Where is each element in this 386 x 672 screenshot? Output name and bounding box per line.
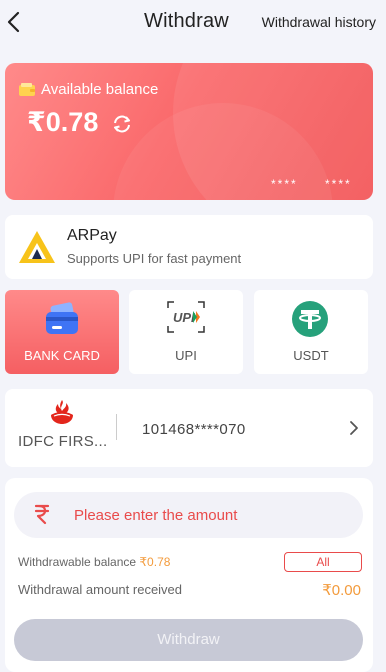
all-button[interactable]: All <box>284 552 362 572</box>
withdrawal-history-link[interactable]: Withdrawal history <box>262 14 376 30</box>
method-bank-card[interactable]: BANK CARD <box>5 290 119 374</box>
upi-logo-icon: UPI <box>167 301 205 333</box>
svg-text:UPI: UPI <box>173 310 195 325</box>
bank-flame-icon <box>51 400 73 424</box>
masked-card-digits: **** <box>271 177 298 191</box>
header: Withdraw Withdrawal history <box>0 0 386 46</box>
bank-account-selector[interactable]: IDFC FIRS... 101468****070 <box>5 389 373 467</box>
received-value: ₹0.00 <box>322 582 361 599</box>
chevron-right-icon <box>350 421 358 435</box>
chevron-left-icon <box>7 11 20 33</box>
provider-name: ARPay <box>67 227 117 244</box>
amount-input-container[interactable] <box>14 492 363 538</box>
withdraw-button[interactable]: Withdraw <box>14 619 363 661</box>
provider-subtitle: Supports UPI for fast payment <box>67 251 242 266</box>
arpay-logo-icon <box>19 231 55 263</box>
balance-amount: ₹0.78 <box>27 107 99 137</box>
bank-name: IDFC FIRS... <box>18 433 108 450</box>
method-label: USDT <box>293 348 329 363</box>
rupee-icon <box>34 504 50 525</box>
method-label: UPI <box>175 348 197 363</box>
payment-provider[interactable]: ARPay Supports UPI for fast payment <box>5 215 373 279</box>
amount-form: Withdrawable balance ₹0.78 All Withdrawa… <box>5 478 373 672</box>
wallet-icon <box>19 83 35 96</box>
amount-input[interactable] <box>74 492 344 538</box>
account-number: 101468****070 <box>142 421 246 438</box>
withdrawable-balance-row: Withdrawable balance ₹0.78 <box>18 555 170 569</box>
divider <box>116 414 117 440</box>
method-upi[interactable]: UPI UPI <box>129 290 243 374</box>
withdrawable-value: ₹0.78 <box>139 555 171 569</box>
refresh-icon[interactable] <box>111 114 133 134</box>
available-balance-label: Available balance <box>41 81 159 98</box>
balance-card: Available balance ₹0.78 **** **** <box>5 63 373 200</box>
method-usdt[interactable]: USDT <box>254 290 368 374</box>
method-label: BANK CARD <box>24 348 100 363</box>
back-button[interactable] <box>4 8 24 36</box>
masked-card-digits: **** <box>325 177 352 191</box>
received-label: Withdrawal amount received <box>18 582 183 597</box>
bank-card-icon <box>46 302 78 334</box>
tether-icon <box>292 301 328 337</box>
page-title: Withdraw <box>144 10 229 32</box>
withdrawable-label: Withdrawable balance <box>18 555 137 569</box>
